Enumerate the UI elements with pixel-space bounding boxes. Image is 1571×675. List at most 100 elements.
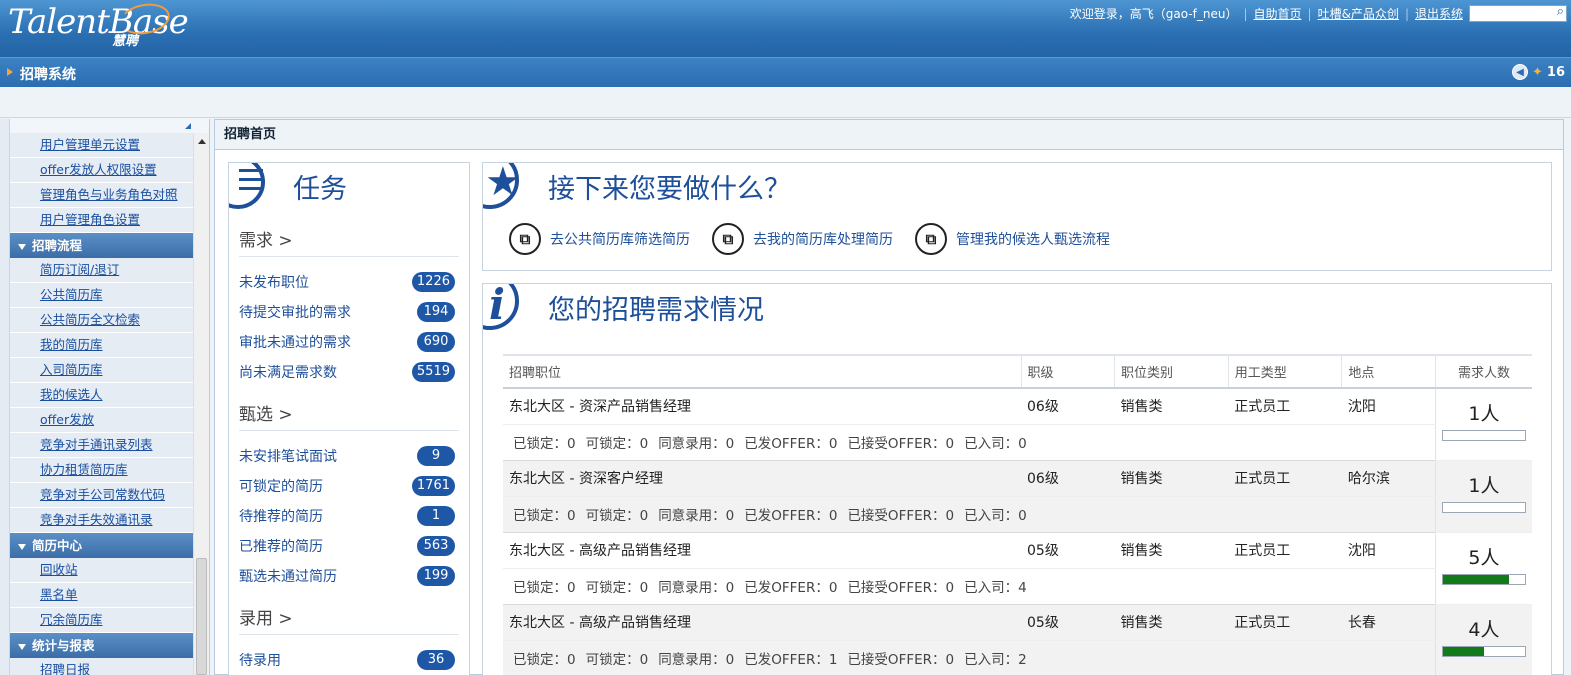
- sidebar-item[interactable]: 协力租赁简历库: [10, 458, 193, 483]
- count-badge[interactable]: 1761: [411, 476, 455, 496]
- external-link-icon[interactable]: ⧉: [509, 223, 541, 255]
- task-row[interactable]: 未发布职位 1226: [239, 267, 455, 297]
- task-label[interactable]: 待录用: [239, 650, 281, 670]
- table-row[interactable]: 东北大区 - 资深产品销售经理 06级 销售类 正式员工 沈阳 1人: [503, 388, 1532, 461]
- scrollbar-thumb[interactable]: [196, 558, 207, 675]
- sidebar-item-link[interactable]: 我的候选人: [40, 387, 103, 402]
- sidebar-group[interactable]: 简历中心: [10, 533, 193, 558]
- sidebar-item[interactable]: 用户管理单元设置: [10, 133, 193, 158]
- action-label[interactable]: 去公共简历库筛选简历: [550, 229, 690, 249]
- task-section-heading[interactable]: 需求 >: [239, 227, 459, 257]
- task-label[interactable]: 待提交审批的需求: [239, 302, 351, 322]
- sidebar-collapse-bar[interactable]: [0, 119, 10, 675]
- task-row[interactable]: 已推荐的简历 563: [239, 531, 455, 561]
- table-row[interactable]: 东北大区 - 高级产品销售经理 05级 销售类 正式员工 沈阳 5人: [503, 532, 1532, 605]
- sidebar-item[interactable]: 竞争对手失效通讯录: [10, 508, 193, 533]
- table-row[interactable]: 东北大区 - 高级产品销售经理 05级 销售类 正式员工 长春 4人: [503, 604, 1532, 675]
- task-row[interactable]: 待推荐的简历 1: [239, 501, 455, 531]
- task-row[interactable]: 待录用 36: [239, 645, 455, 675]
- sidebar-item-link[interactable]: 协力租赁简历库: [40, 462, 128, 477]
- sidebar-item[interactable]: 黑名单: [10, 583, 193, 608]
- search-input[interactable]: ⌕: [1469, 4, 1567, 22]
- sidebar-group-label[interactable]: 统计与报表: [32, 638, 95, 653]
- sidebar-item[interactable]: offer发放: [10, 408, 193, 433]
- sidebar-item-link[interactable]: 竞争对手通讯录列表: [40, 437, 153, 452]
- sidebar-item[interactable]: 竞争对手公司常数代码: [10, 483, 193, 508]
- sidebar-item-link[interactable]: offer发放人权限设置: [40, 162, 157, 177]
- action-manage-candidates[interactable]: ⧉ 管理我的候选人甄选流程: [915, 223, 1110, 255]
- table-row[interactable]: 东北大区 - 资深客户经理 06级 销售类 正式员工 哈尔滨 1人: [503, 460, 1532, 533]
- sidebar-item[interactable]: 用户管理角色设置: [10, 208, 193, 233]
- task-row[interactable]: 尚未满足需求数 5519: [239, 357, 455, 387]
- task-row[interactable]: 未安排笔试面试 9: [239, 441, 455, 471]
- task-label[interactable]: 甄选未通过简历: [239, 566, 337, 586]
- sidebar-item-link[interactable]: 黑名单: [40, 587, 78, 602]
- chevron-down-icon[interactable]: [18, 243, 26, 250]
- sidebar-item[interactable]: 我的候选人: [10, 383, 193, 408]
- task-label[interactable]: 待推荐的简历: [239, 506, 323, 526]
- back-icon[interactable]: ◀: [1512, 64, 1528, 80]
- sidebar-item-link[interactable]: 简历订阅/退订: [40, 262, 119, 277]
- sidebar-item-link[interactable]: 公共简历库: [40, 287, 103, 302]
- task-label[interactable]: 可锁定的简历: [239, 476, 323, 496]
- notification-count[interactable]: 16: [1547, 65, 1565, 80]
- sidebar-item[interactable]: 招聘日报: [10, 658, 193, 675]
- external-link-icon[interactable]: ⧉: [915, 223, 947, 255]
- count-badge[interactable]: 36: [417, 650, 455, 670]
- action-public-resume[interactable]: ⧉ 去公共简历库筛选简历: [509, 223, 690, 255]
- external-link-icon[interactable]: ⧉: [712, 223, 744, 255]
- task-label[interactable]: 已推荐的简历: [239, 536, 323, 556]
- count-badge[interactable]: 199: [417, 566, 455, 586]
- chevron-down-icon[interactable]: [18, 543, 26, 550]
- sidebar-group-label[interactable]: 简历中心: [32, 538, 82, 553]
- task-row[interactable]: 可锁定的简历 1761: [239, 471, 455, 501]
- task-label[interactable]: 审批未通过的需求: [239, 332, 351, 352]
- feedback-link[interactable]: 吐槽&产品众创: [1318, 5, 1399, 22]
- sidebar-item[interactable]: 公共简历库: [10, 283, 193, 308]
- sidebar-item-link[interactable]: offer发放: [40, 412, 94, 427]
- sidebar-item[interactable]: 简历订阅/退订: [10, 258, 193, 283]
- sidebar-item[interactable]: 回收站: [10, 558, 193, 583]
- action-label[interactable]: 去我的简历库处理简历: [753, 229, 893, 249]
- sidebar-item-link[interactable]: 回收站: [40, 562, 78, 577]
- sidebar-item-link[interactable]: 竞争对手公司常数代码: [40, 487, 165, 502]
- count-badge[interactable]: 1: [417, 506, 455, 526]
- sidebar-item-link[interactable]: 我的简历库: [40, 337, 103, 352]
- sidebar-item[interactable]: offer发放人权限设置: [10, 158, 193, 183]
- sidebar-item[interactable]: 冗余简历库: [10, 608, 193, 633]
- self-service-home-link[interactable]: 自助首页: [1254, 5, 1302, 22]
- sidebar-item[interactable]: 入司简历库: [10, 358, 193, 383]
- sidebar-item-link[interactable]: 竞争对手失效通讯录: [40, 512, 153, 527]
- sidebar-item-link[interactable]: 用户管理单元设置: [40, 137, 140, 152]
- sidebar-scrollbar[interactable]: [193, 133, 209, 675]
- sidebar-item[interactable]: 管理角色与业务角色对照: [10, 183, 193, 208]
- task-row[interactable]: 审批未通过的需求 690: [239, 327, 455, 357]
- sidebar-item[interactable]: 公共简历全文检索: [10, 308, 193, 333]
- count-badge[interactable]: 9: [417, 446, 455, 466]
- count-badge[interactable]: 1226: [411, 272, 455, 292]
- scroll-up-icon[interactable]: [198, 139, 206, 144]
- sidebar-item-link[interactable]: 公共简历全文检索: [40, 312, 140, 327]
- sidebar-item-link[interactable]: 入司简历库: [40, 362, 103, 377]
- sidebar-group-label[interactable]: 招聘流程: [32, 238, 82, 253]
- task-row[interactable]: 甄选未通过简历 199: [239, 561, 455, 591]
- count-badge[interactable]: 563: [417, 536, 455, 556]
- sidebar-group[interactable]: 招聘流程: [10, 233, 193, 258]
- sidebar-item[interactable]: 竞争对手通讯录列表: [10, 433, 193, 458]
- sidebar-item-link[interactable]: 招聘日报: [40, 662, 90, 675]
- sidebar-item-link[interactable]: 用户管理角色设置: [40, 212, 140, 227]
- sidebar-item-link[interactable]: 冗余简历库: [40, 612, 103, 627]
- count-badge[interactable]: 5519: [411, 362, 455, 382]
- action-my-resume[interactable]: ⧉ 去我的简历库处理简历: [712, 223, 893, 255]
- sidebar-group[interactable]: 统计与报表: [10, 633, 193, 658]
- task-section-heading[interactable]: 录用 >: [239, 605, 459, 635]
- task-label[interactable]: 未发布职位: [239, 272, 309, 292]
- sidebar-item[interactable]: 我的简历库: [10, 333, 193, 358]
- task-section-heading[interactable]: 甄选 >: [239, 401, 459, 431]
- search-icon[interactable]: ⌕: [1557, 4, 1564, 19]
- sidebar-item-link[interactable]: 管理角色与业务角色对照: [40, 187, 178, 202]
- chevron-down-icon[interactable]: [18, 643, 26, 650]
- notification-icon[interactable]: ✦: [1532, 65, 1543, 80]
- count-badge[interactable]: 194: [417, 302, 455, 322]
- task-label[interactable]: 未安排笔试面试: [239, 446, 337, 466]
